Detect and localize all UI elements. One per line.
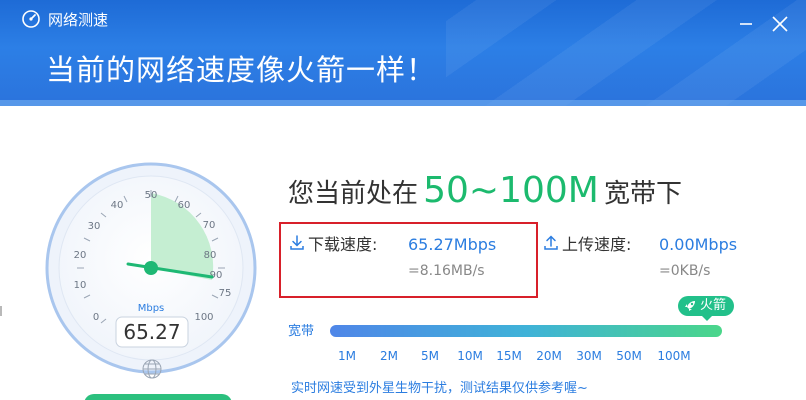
tick-100m: 100M — [657, 349, 691, 363]
upload-sub: =0KB/s — [659, 263, 711, 279]
gauge-value: 65.27 — [123, 320, 180, 344]
upload-value: 0.00Mbps — [659, 235, 738, 254]
tick-50m: 50M — [616, 349, 642, 363]
gauge-label-50: 50 — [145, 190, 158, 201]
tick-15m: 15M — [496, 349, 522, 363]
tick-5m: 5M — [421, 349, 439, 363]
close-icon[interactable] — [768, 12, 792, 36]
rocket-badge: 火箭 — [678, 296, 734, 321]
upload-label: 上传速度: — [562, 235, 632, 254]
tick-20m: 20M — [536, 349, 562, 363]
gauge-label-30: 30 — [88, 221, 101, 232]
gauge-label-75: 75 — [219, 288, 232, 299]
tick-30m: 30M — [576, 349, 602, 363]
rocket-icon — [685, 301, 695, 311]
disclaimer-text: 实时网速受到外星生物干扰，测试结果仅供参考喔~ — [291, 381, 588, 396]
headline: 当前的网络速度像火箭一样！ — [46, 53, 437, 87]
gauge-label-20: 20 — [74, 250, 87, 261]
gauge-label-80: 80 — [204, 250, 217, 261]
download-highlight-box — [279, 222, 538, 298]
gauge-label-40: 40 — [111, 200, 124, 211]
bandwidth-prefix: 您当前处在 — [288, 179, 419, 209]
upload-icon — [544, 235, 558, 250]
download-value: 65.27Mbps — [408, 235, 497, 254]
gauge-label-10: 10 — [74, 280, 87, 291]
header-divider — [0, 100, 806, 106]
tick-1m: 1M — [338, 349, 356, 363]
gauge-label-70: 70 — [203, 220, 216, 231]
bandwidth-bar — [330, 325, 722, 337]
gauge-unit: Mbps — [138, 303, 165, 314]
download-label: 下载速度: — [308, 235, 378, 254]
edge-mark — [0, 306, 2, 316]
bandwidth-bar-label: 宽带 — [288, 324, 315, 339]
gauge-label-0: 0 — [93, 312, 99, 323]
gauge-label-100: 100 — [194, 312, 213, 323]
download-icon — [290, 235, 304, 250]
tick-10m: 10M — [457, 349, 483, 363]
title-bar: 网络测速 当前的网络速度像火箭一样！ — [0, 0, 806, 106]
bandwidth-headline: 您当前处在 50~100M 宽带下 — [288, 170, 682, 222]
speed-gauge: 0 10 20 30 40 50 60 70 75 80 90 100 Mbps… — [45, 162, 257, 379]
bandwidth-suffix: 宽带下 — [603, 179, 682, 209]
window-title: 网络测速 — [48, 11, 109, 29]
bandwidth-ticks: 1M 2M 5M 10M 15M 20M 30M 50M 100M — [330, 348, 722, 366]
app-logo-icon — [22, 10, 40, 28]
tick-2m: 2M — [380, 349, 398, 363]
bandwidth-range: 50~100M — [423, 170, 599, 211]
rocket-badge-label: 火箭 — [700, 298, 727, 313]
gauge-label-60: 60 — [178, 200, 191, 211]
gauge-hub — [144, 261, 158, 275]
minimize-icon[interactable] — [736, 14, 756, 34]
download-sub: =8.16MB/s — [408, 263, 485, 279]
retest-button[interactable] — [84, 394, 232, 400]
